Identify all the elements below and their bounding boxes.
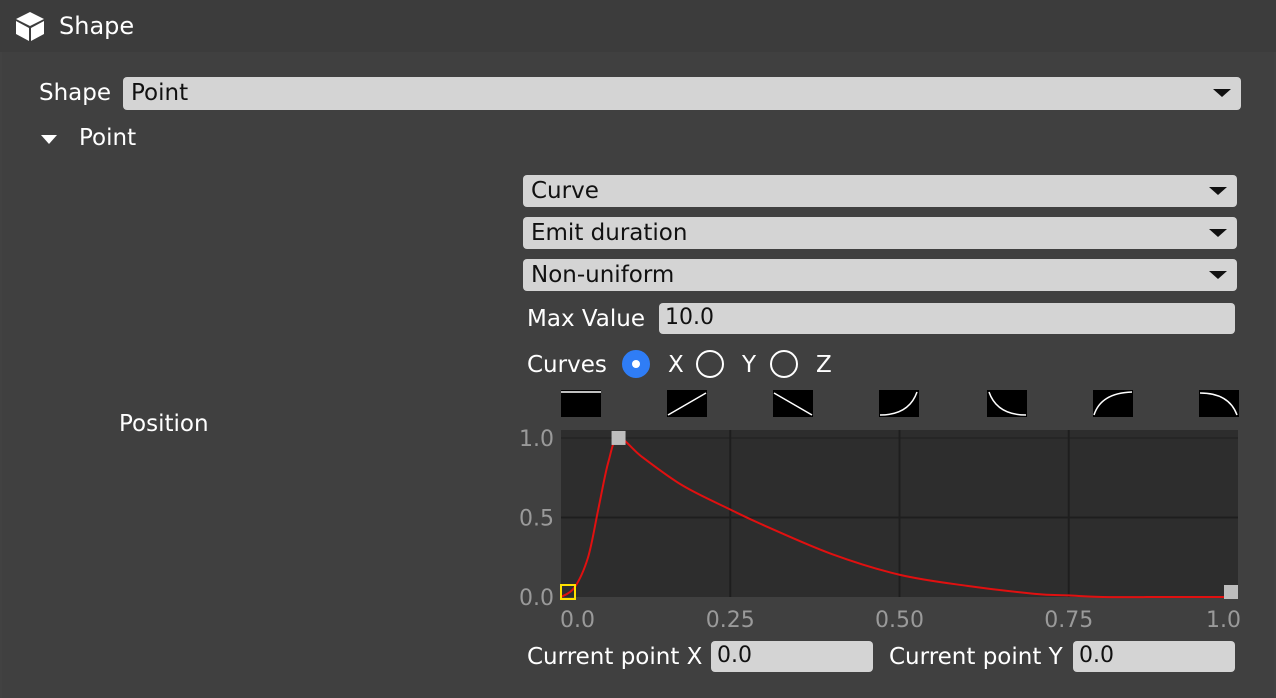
current-point-y-input[interactable]: 0.0 xyxy=(1073,641,1235,672)
current-point-x-label: Current point X xyxy=(527,644,703,670)
chevron-down-icon xyxy=(1209,187,1227,195)
shape-label: Shape xyxy=(39,80,112,106)
caret-down-icon xyxy=(41,135,57,144)
chevron-down-icon xyxy=(1213,89,1231,97)
preset-ease-in-down-button[interactable] xyxy=(1199,390,1239,417)
curve-x-radio[interactable]: X xyxy=(622,350,684,380)
preset-constant-button[interactable] xyxy=(561,390,601,417)
x-tick-label: 0.50 xyxy=(875,608,924,633)
curves-label: Curves xyxy=(527,352,607,378)
curve-source-dropdown[interactable]: Emit duration xyxy=(523,217,1237,249)
uniformity-value: Non-uniform xyxy=(531,262,675,288)
position-mode-dropdown[interactable]: Curve xyxy=(523,175,1237,207)
ease-out-up-curve-icon xyxy=(1093,391,1133,416)
position-label: Position xyxy=(119,411,209,437)
y-tick-label: 0.0 xyxy=(519,586,554,611)
section-header[interactable]: Shape xyxy=(0,0,1276,52)
ease-in-curve-icon xyxy=(879,391,918,416)
curve-control-point[interactable] xyxy=(611,430,626,445)
linear-up-curve-icon xyxy=(667,392,707,416)
preset-ease-out-up-button[interactable] xyxy=(1093,390,1133,417)
curve-editor[interactable]: 1.0 0.5 0.0 0.0 0.25 0.50 0.75 1.0 xyxy=(510,425,1250,635)
chevron-down-icon xyxy=(1209,229,1227,237)
curve-source-value: Emit duration xyxy=(531,220,688,246)
current-point-x-input[interactable]: 0.0 xyxy=(711,641,873,672)
curve-x-label: X xyxy=(668,352,684,378)
radio-unchecked-icon xyxy=(696,350,724,378)
preset-linear-up-button[interactable] xyxy=(667,390,707,417)
point-section-toggle[interactable]: Point xyxy=(38,123,148,155)
curve-z-radio[interactable]: Z xyxy=(770,350,834,380)
ease-out-down-curve-icon xyxy=(988,391,1027,416)
curve-y-radio[interactable]: Y xyxy=(696,350,760,380)
section-title: Shape xyxy=(59,12,135,40)
curve-control-point[interactable] xyxy=(1224,585,1238,599)
curve-y-label: Y xyxy=(742,352,757,378)
x-tick-label: 0.25 xyxy=(706,608,755,633)
radio-unchecked-icon xyxy=(770,350,798,378)
preset-linear-down-button[interactable] xyxy=(773,390,813,417)
curve-editor-chart[interactable]: 1.0 0.5 0.0 0.0 0.25 0.50 0.75 1.0 xyxy=(510,425,1250,635)
preset-ease-in-button[interactable] xyxy=(879,390,919,417)
max-value-label: Max Value xyxy=(527,306,646,332)
x-tick-label: 0.0 xyxy=(560,608,595,633)
cube-icon xyxy=(16,12,44,41)
x-tick-label: 1.0 xyxy=(1206,608,1241,633)
position-mode-value: Curve xyxy=(531,178,599,204)
current-point-y-label: Current point Y xyxy=(889,644,1063,670)
x-tick-label: 0.75 xyxy=(1044,608,1093,633)
shape-dropdown-value: Point xyxy=(131,80,189,106)
curve-z-label: Z xyxy=(816,352,832,378)
linear-down-curve-icon xyxy=(773,392,813,416)
max-value-input[interactable]: 10.0 xyxy=(659,303,1235,334)
preset-ease-out-down-button[interactable] xyxy=(987,390,1027,417)
point-section-label: Point xyxy=(79,125,137,151)
y-tick-label: 0.5 xyxy=(519,506,554,531)
uniformity-dropdown[interactable]: Non-uniform xyxy=(523,259,1237,291)
y-tick-label: 1.0 xyxy=(519,427,554,452)
radio-checked-icon xyxy=(622,350,650,378)
chevron-down-icon xyxy=(1209,271,1227,279)
ease-in-down-curve-icon xyxy=(1199,392,1238,416)
constant-curve-icon xyxy=(561,391,601,393)
shape-dropdown[interactable]: Point xyxy=(123,77,1241,110)
